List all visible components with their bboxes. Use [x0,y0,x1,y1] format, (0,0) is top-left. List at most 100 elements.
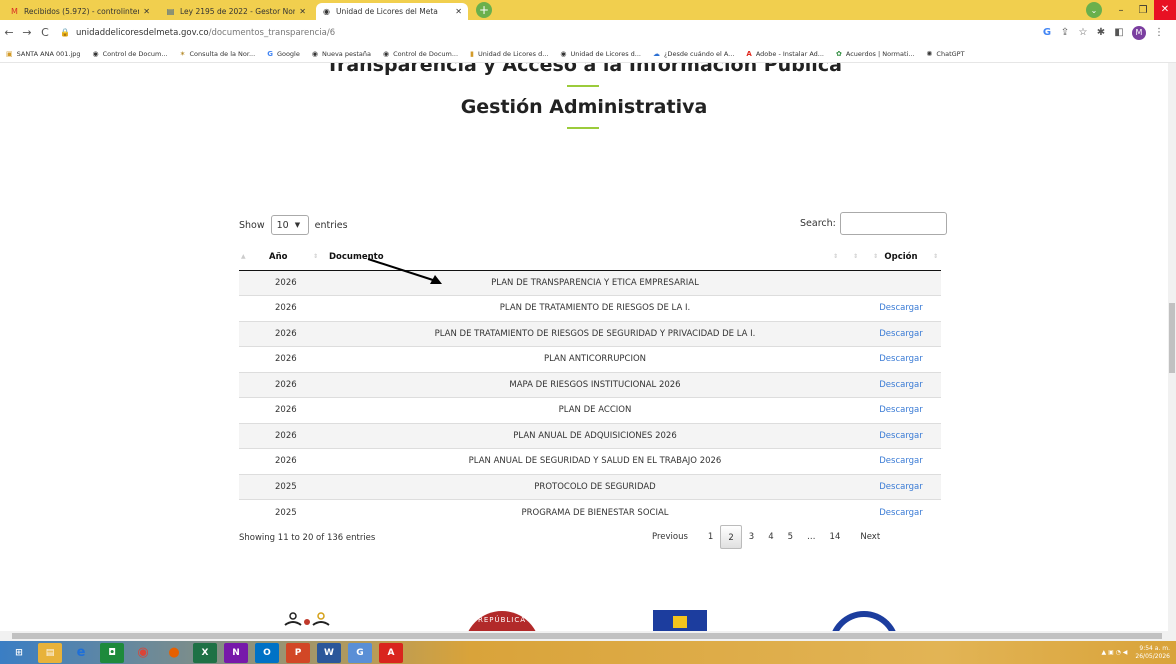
tab-ley[interactable]: ▤ Ley 2195 de 2022 - Gestor Norm ✕ [160,3,312,20]
outlook-icon[interactable]: O [255,642,279,663]
new-tab-button[interactable]: + [476,2,492,18]
document-cell: PROTOCOLO DE SEGURIDAD [329,473,861,500]
entries-value: 10 [276,219,289,231]
chevron-down-icon: ▼ [294,221,301,229]
clock[interactable]: 9:54 a. m. 26/05/2026 [1135,645,1170,661]
chevron-down-icon[interactable]: ⌄ [1086,2,1102,18]
year-cell: 2025 [239,473,329,500]
bookmark-item[interactable]: ◉ Control de Docum... [93,50,168,58]
page-button[interactable]: 4 [761,525,780,549]
bookmark-item[interactable]: G Google [267,50,300,58]
download-link[interactable]: Descargar [861,320,941,347]
previous-button[interactable]: Previous [645,525,695,549]
bookmark-item[interactable]: ◉ Nueva pestaña [312,50,371,58]
forward-icon[interactable]: → [18,26,36,39]
page-button[interactable]: 5 [781,525,800,549]
chrome-icon[interactable]: ◉ [131,643,155,663]
close-icon[interactable]: ✕ [455,7,462,16]
minimize-icon[interactable]: – [1110,5,1132,16]
sidepanel-icon[interactable]: ◧ [1110,27,1128,38]
document-cell: PLAN DE TRATAMIENTO DE RIESGOS DE LA I. [329,295,861,321]
extensions-icon[interactable]: ✱ [1092,27,1110,38]
bookmark-item[interactable]: ▣ SANTA ANA 001.jpg [6,50,81,58]
download-link[interactable]: Descargar [861,448,941,474]
column-option[interactable]: Opción ⇕ [861,245,941,271]
chrome-profile-icon[interactable]: G [348,642,372,663]
close-window-icon[interactable]: ✕ [1154,0,1176,20]
people-logo [284,612,330,626]
start-icon[interactable]: ⊞ [7,643,31,663]
download-link[interactable]: Descargar [861,397,941,423]
next-button[interactable]: Next [853,525,887,549]
bookmark-item[interactable]: ☁ ¿Desde cuándo el A... [653,50,734,58]
internet-explorer-icon[interactable]: e [69,643,93,663]
entries-select[interactable]: 10 ▼ [270,215,309,235]
acrobat-icon[interactable]: A [379,642,403,663]
download-link[interactable]: Descargar [861,422,941,449]
back-icon[interactable]: ← [0,26,18,39]
tab-unidad[interactable]: ◉ Unidad de Licores del Meta ✕ [316,3,468,20]
star-icon[interactable]: ☆ [1074,27,1092,38]
scroll-thumb[interactable] [1169,303,1175,373]
scroll-thumb[interactable] [12,633,1162,639]
share-icon[interactable]: ⇪ [1056,27,1074,38]
entries-label: entries [314,219,348,231]
url-field[interactable]: 🔒 unidaddelicoresdelmeta.gov.co /documen… [60,23,1038,43]
bookmark-label: ChatGPT [936,49,965,58]
firefox-icon[interactable]: ● [162,643,186,663]
adobe-icon: A [746,49,752,58]
close-icon[interactable]: ✕ [143,7,150,16]
download-link[interactable]: Descargar [861,346,941,372]
download-link[interactable]: Descargar [861,473,941,500]
download-link[interactable]: Descargar [861,499,941,525]
cloud-icon: ☁ [652,49,660,58]
file-explorer-icon[interactable]: ▤ [38,642,62,663]
search-input[interactable] [839,212,947,235]
bookmark-item[interactable]: ▮ Unidad de Licores d... [470,50,548,58]
year-cell: 2026 [239,320,329,347]
bookmark-item[interactable]: ◉ Control de Docum... [383,50,458,58]
bookmark-item[interactable]: ✺ ChatGPT [927,50,965,58]
search-label: Search: [800,218,836,229]
page-title: Gestión Administrativa [460,96,708,118]
toolbar-icons: G ⇪ ☆ ✱ ◧ M ⋮ [1038,25,1168,40]
google-icon[interactable]: G [1038,27,1056,38]
powerpoint-icon[interactable]: P [286,642,310,663]
vertical-scrollbar[interactable] [1168,63,1176,631]
year-cell: 2026 [239,397,329,423]
table-header-row: ▲ Año ⇕ Documento ⇕ ⇕ ⇕ Opción ⇕ [239,245,941,271]
word-icon[interactable]: W [317,642,341,663]
bookmark-item[interactable]: ✿ Acuerdos | Normati... [836,50,915,58]
bookmark-item[interactable]: ◉ Unidad de Licores d... [560,50,641,58]
document-cell: PLAN DE TRATAMIENTO DE RIESGOS DE SEGURI… [329,320,861,347]
page-button[interactable]: 1 [701,525,720,549]
download-link[interactable]: Descargar [861,371,941,398]
tray-icons[interactable]: ▲ ▣ ◔ ◀ [1102,649,1128,656]
bookmark-item[interactable]: A Adobe - Instalar Ad... [746,50,824,58]
close-icon[interactable]: ✕ [299,7,306,16]
page-button-current[interactable]: 2 [720,525,742,549]
download-link[interactable]: Descargar [861,295,941,321]
page-button[interactable]: 14 [823,525,848,549]
menu-icon[interactable]: ⋮ [1150,27,1168,38]
download-link[interactable] [861,269,941,296]
table-row: 2026 PLAN DE ACCION Descargar [239,397,941,423]
sort-icon: ⇕ [313,253,319,260]
column-label: Opción [884,252,918,263]
restore-icon[interactable]: ❐ [1132,5,1154,16]
onenote-icon[interactable]: N [224,642,248,663]
gmail-icon: M [11,7,18,16]
url-host: unidaddelicoresdelmeta.gov.co [75,27,209,38]
bookmark-item[interactable]: ✶ Consulta de la Nor... [180,50,256,58]
tab-gmail[interactable]: M Recibidos (5.972) - controlinterno ✕ [4,3,156,20]
chatgpt-icon: ✺ [926,49,933,58]
horizontal-scrollbar[interactable] [0,631,1176,641]
entries-length-control: Show 10 ▼ entries [239,215,348,235]
page-button[interactable]: 3 [742,525,761,549]
reload-icon[interactable]: C [36,26,54,39]
profile-avatar[interactable]: M [1132,25,1146,40]
column-year[interactable]: ▲ Año ⇕ [239,245,329,271]
excel-icon[interactable]: X [193,642,217,663]
store-icon[interactable]: ◘ [100,642,124,663]
globe-icon: ◉ [383,49,390,58]
